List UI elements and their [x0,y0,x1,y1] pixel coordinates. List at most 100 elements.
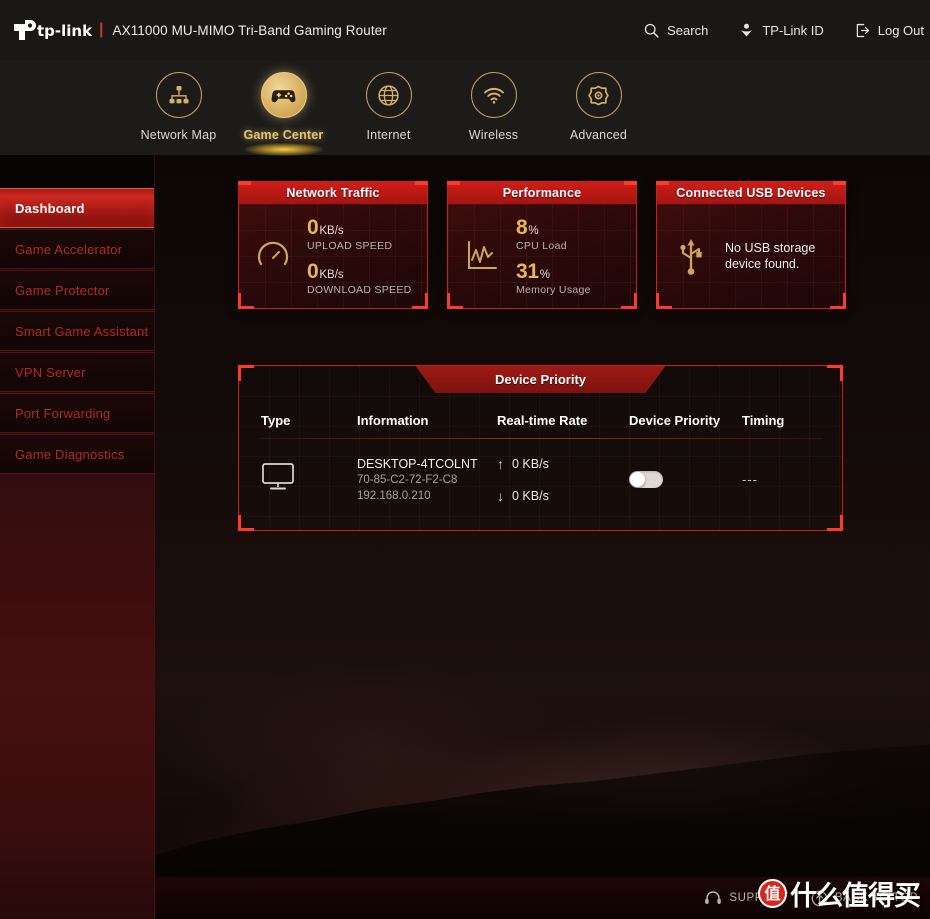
performance-icon-wrap [448,238,516,274]
sidebar-item-port-forwarding[interactable]: Port Forwarding [0,393,154,433]
corner-accent [238,181,251,185]
logout-icon [856,23,869,37]
globe-icon [378,84,399,106]
nav-tab-internet[interactable]: Internet [336,60,441,142]
sidebar-label-dashboard: Dashboard [15,200,85,216]
download-rate-line: ↓ 0 KB/s [497,485,629,506]
top-header-bar: tp-link | AX11000 MU-MIMO Tri-Band Gamin… [0,0,930,60]
main-content: Network Traffic 0KB/s UPLOAD SPEED 0 KB/s [155,155,930,919]
nav-tab-wireless[interactable]: Wireless [441,60,546,142]
stat-card-row: Network Traffic 0KB/s UPLOAD SPEED 0 KB/s [155,155,930,309]
card-performance: Performance 8% CPU Load 31% Memory Usage [447,181,637,309]
back-to-top-button[interactable]: BACK TO TOP [811,890,918,907]
sidebar-item-dashboard[interactable]: Dashboard [0,188,154,228]
nav-tab-advanced[interactable]: Advanced [546,60,651,142]
card-body-network-traffic: 0KB/s UPLOAD SPEED 0KB/s DOWNLOAD SPEED [239,204,427,308]
card-header-performance: Performance [447,181,637,204]
tplink-id-icon [741,23,753,36]
card-network-traffic: Network Traffic 0KB/s UPLOAD SPEED 0 KB/s [238,181,428,309]
sidebar-label-game-accelerator: Game Accelerator [15,241,123,257]
cell-realtime-rate: ↑ 0 KB/s ↓ 0 KB/s [497,453,629,506]
support-button[interactable]: SUPPORT [704,890,789,906]
upload-rate-line: ↑ 0 KB/s [497,453,629,474]
timing-value: --- [742,471,758,487]
internet-circle [365,72,412,118]
sidebar-label-port-forwarding: Port Forwarding [15,405,111,421]
device-priority-header-row: Type Information Real-time Rate Device P… [239,413,842,428]
left-sidebar: Dashboard Game Accelerator Game Protecto… [0,155,155,919]
svg-text:tp-link: tp-link [37,22,93,40]
headset-icon [705,891,722,904]
download-rate-value: 0 KB/s [512,488,549,503]
tplink-id-button[interactable]: TP-Link ID [738,22,824,39]
memory-unit: % [539,268,550,281]
sidebar-item-smart-game-assistant[interactable]: Smart Game Assistant [0,311,154,351]
sidebar-label-game-diagnostics: Game Diagnostics [15,446,125,462]
brand-block: tp-link | AX11000 MU-MIMO Tri-Band Gamin… [0,15,387,45]
corner-accent [415,181,428,185]
memory-label: Memory Usage [516,283,591,296]
sidebar-label-game-protector: Game Protector [15,282,110,298]
nav-label-game-center: Game Center [243,128,324,142]
wifi-icon [483,88,504,104]
card-title-usb: Connected USB Devices [676,186,826,200]
network-traffic-metrics: 0KB/s UPLOAD SPEED 0KB/s DOWNLOAD SPEED [307,215,427,296]
corner-accent [656,181,669,185]
gamepad-icon [271,90,295,103]
cell-device-type [261,462,357,497]
nav-label-advanced: Advanced [569,128,628,142]
card-header-network-traffic: Network Traffic [238,181,428,204]
arrow-up-circle-icon [811,890,828,906]
tplink-id-label: TP-Link ID [762,22,824,38]
network-map-icon [169,86,188,104]
arrow-down-icon: ↓ [497,487,504,504]
nav-label-wireless: Wireless [468,128,519,142]
nav-label-network-map: Network Map [140,128,217,142]
sidebar-item-vpn-server[interactable]: VPN Server [0,352,154,392]
column-header-realtime-rate: Real-time Rate [497,413,588,428]
wireless-circle [470,72,517,118]
device-mac: 70-85-C2-72-F2-C8 [357,473,458,486]
toggle-knob [630,472,645,487]
download-label: DOWNLOAD SPEED [307,283,412,296]
card-title-performance: Performance [502,186,582,200]
network-traffic-icon-wrap [239,236,307,276]
nav-underglow-active [244,143,323,156]
card-title-network-traffic: Network Traffic [286,186,380,200]
column-header-timing: Timing [742,413,785,428]
sidebar-item-game-protector[interactable]: Game Protector [0,270,154,310]
cpu-label: CPU Load [516,239,567,252]
nav-label-internet: Internet [366,128,411,142]
sidebar-label-vpn-server: VPN Server [15,364,86,380]
table-row: DESKTOP-4TCOLNT 70-85-C2-72-F2-C8 192.16… [239,439,842,506]
download-unit: KB/s [319,268,344,281]
performance-metrics: 8% CPU Load 31% Memory Usage [516,215,636,296]
upload-value: 0 [307,215,319,239]
nav-tab-game-center[interactable]: Game Center [231,60,336,156]
speedometer-icon [257,241,289,266]
cell-timing: --- [742,471,822,489]
corner-accent [624,181,637,185]
logout-button[interactable]: Log Out [854,22,924,39]
sidebar-item-game-accelerator[interactable]: Game Accelerator [0,229,154,269]
arrow-up-icon: ↑ [497,455,504,472]
cpu-unit: % [528,224,539,237]
header-actions: Search TP-Link ID Log Out [643,22,930,39]
card-header-usb: Connected USB Devices [656,181,846,204]
network-map-circle [155,72,202,118]
search-button[interactable]: Search [643,22,708,39]
card-body-performance: 8% CPU Load 31% Memory Usage [448,204,636,308]
metric-download: 0KB/s DOWNLOAD SPEED [307,260,421,296]
device-priority-toggle[interactable] [629,471,663,488]
desktop-monitor-icon [262,463,294,490]
metric-memory: 31% Memory Usage [516,260,630,296]
metric-upload: 0KB/s UPLOAD SPEED [307,215,421,252]
corner-accent [833,181,846,185]
cpu-value: 8 [516,215,528,239]
search-icon [644,23,659,38]
column-header-information: Information [357,413,429,428]
nav-tab-network-map[interactable]: Network Map [126,60,231,142]
game-center-circle [260,72,307,118]
device-name: DESKTOP-4TCOLNT [357,456,478,471]
sidebar-item-game-diagnostics[interactable]: Game Diagnostics [0,434,154,474]
